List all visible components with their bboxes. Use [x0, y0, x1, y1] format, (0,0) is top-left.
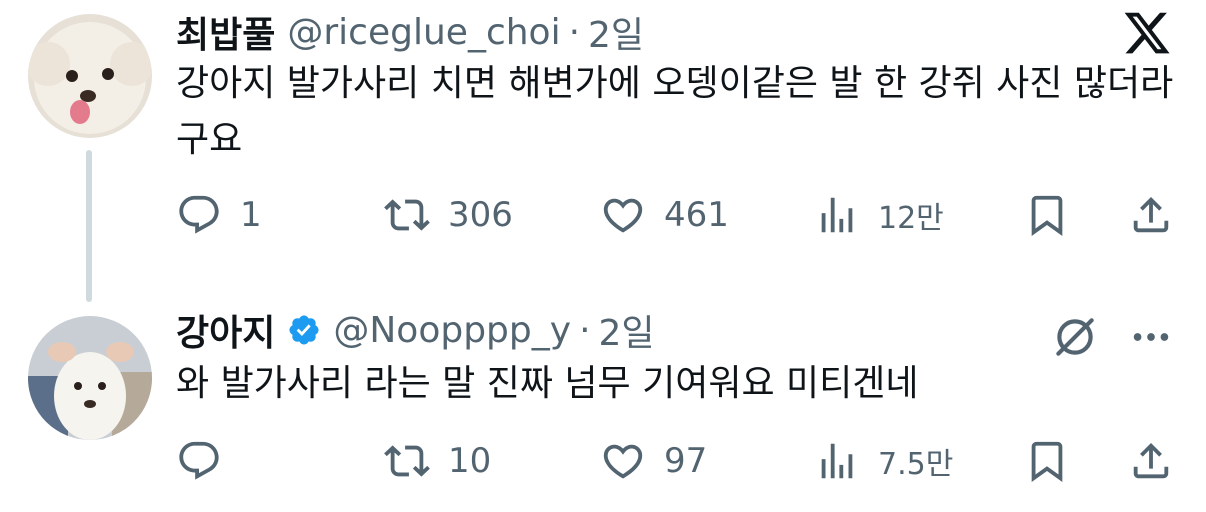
username[interactable]: @riceglue_choi	[287, 12, 560, 53]
views-count: 12만	[878, 201, 944, 236]
repost-icon	[384, 192, 430, 238]
reply-icon	[176, 192, 222, 238]
share-icon	[1128, 192, 1174, 238]
display-name[interactable]: 최밥풀	[176, 6, 275, 58]
tweet-text: 와 발가사리 라는 말 진짜 넘무 기여워요 미티겐네	[176, 363, 919, 404]
like-button[interactable]: 97	[600, 436, 707, 486]
views-icon	[814, 192, 860, 238]
action-bar: 10 97 7.5만	[176, 436, 1176, 486]
action-bar: 1 306 461 12만	[176, 190, 1176, 240]
like-icon	[600, 192, 646, 238]
reply-count: 1	[240, 195, 262, 235]
share-button[interactable]	[1128, 436, 1174, 486]
grok-icon[interactable]	[1050, 312, 1100, 362]
reply-button[interactable]	[176, 436, 222, 486]
views-count: 7.5만	[878, 447, 954, 482]
x-logo-icon	[1122, 8, 1172, 58]
like-count: 461	[664, 195, 729, 235]
repost-icon	[384, 438, 430, 484]
thread-line	[86, 150, 92, 302]
bookmark-button[interactable]	[1024, 190, 1070, 240]
timestamp[interactable]: 2일	[588, 6, 644, 58]
bookmark-icon	[1024, 192, 1070, 238]
bookmark-icon	[1024, 438, 1070, 484]
tweet-text: 강아지 발가사리 치면 해변가에 오뎅이같은 발 한 강쥐 사진 많더라구요	[176, 63, 1174, 160]
avatar[interactable]	[28, 14, 152, 138]
reply-icon	[176, 438, 222, 484]
avatar[interactable]	[28, 316, 152, 440]
bookmark-button[interactable]	[1024, 436, 1070, 486]
tweet-header: 강아지 @Noopppp_y · 2일	[176, 308, 655, 355]
username[interactable]: @Noopppp_y	[333, 310, 571, 351]
views-icon	[814, 438, 860, 484]
like-count: 97	[664, 441, 708, 481]
like-button[interactable]: 461	[600, 190, 729, 240]
repost-count: 306	[448, 195, 513, 235]
share-icon	[1128, 438, 1174, 484]
separator: ·	[579, 309, 591, 351]
verified-badge-icon	[287, 313, 321, 347]
reply-button[interactable]: 1	[176, 190, 262, 240]
repost-count: 10	[448, 441, 492, 481]
separator: ·	[568, 11, 581, 53]
share-button[interactable]	[1128, 190, 1174, 240]
display-name[interactable]: 강아지	[176, 304, 275, 356]
views-button[interactable]: 12만	[814, 190, 944, 240]
views-button[interactable]: 7.5만	[814, 436, 953, 486]
like-icon	[600, 438, 646, 484]
tweet-header: 최밥풀 @riceglue_choi · 2일	[176, 10, 644, 57]
repost-button[interactable]: 306	[384, 190, 513, 240]
repost-button[interactable]: 10	[384, 436, 491, 486]
timestamp[interactable]: 2일	[599, 304, 655, 356]
more-icon[interactable]	[1128, 314, 1174, 360]
